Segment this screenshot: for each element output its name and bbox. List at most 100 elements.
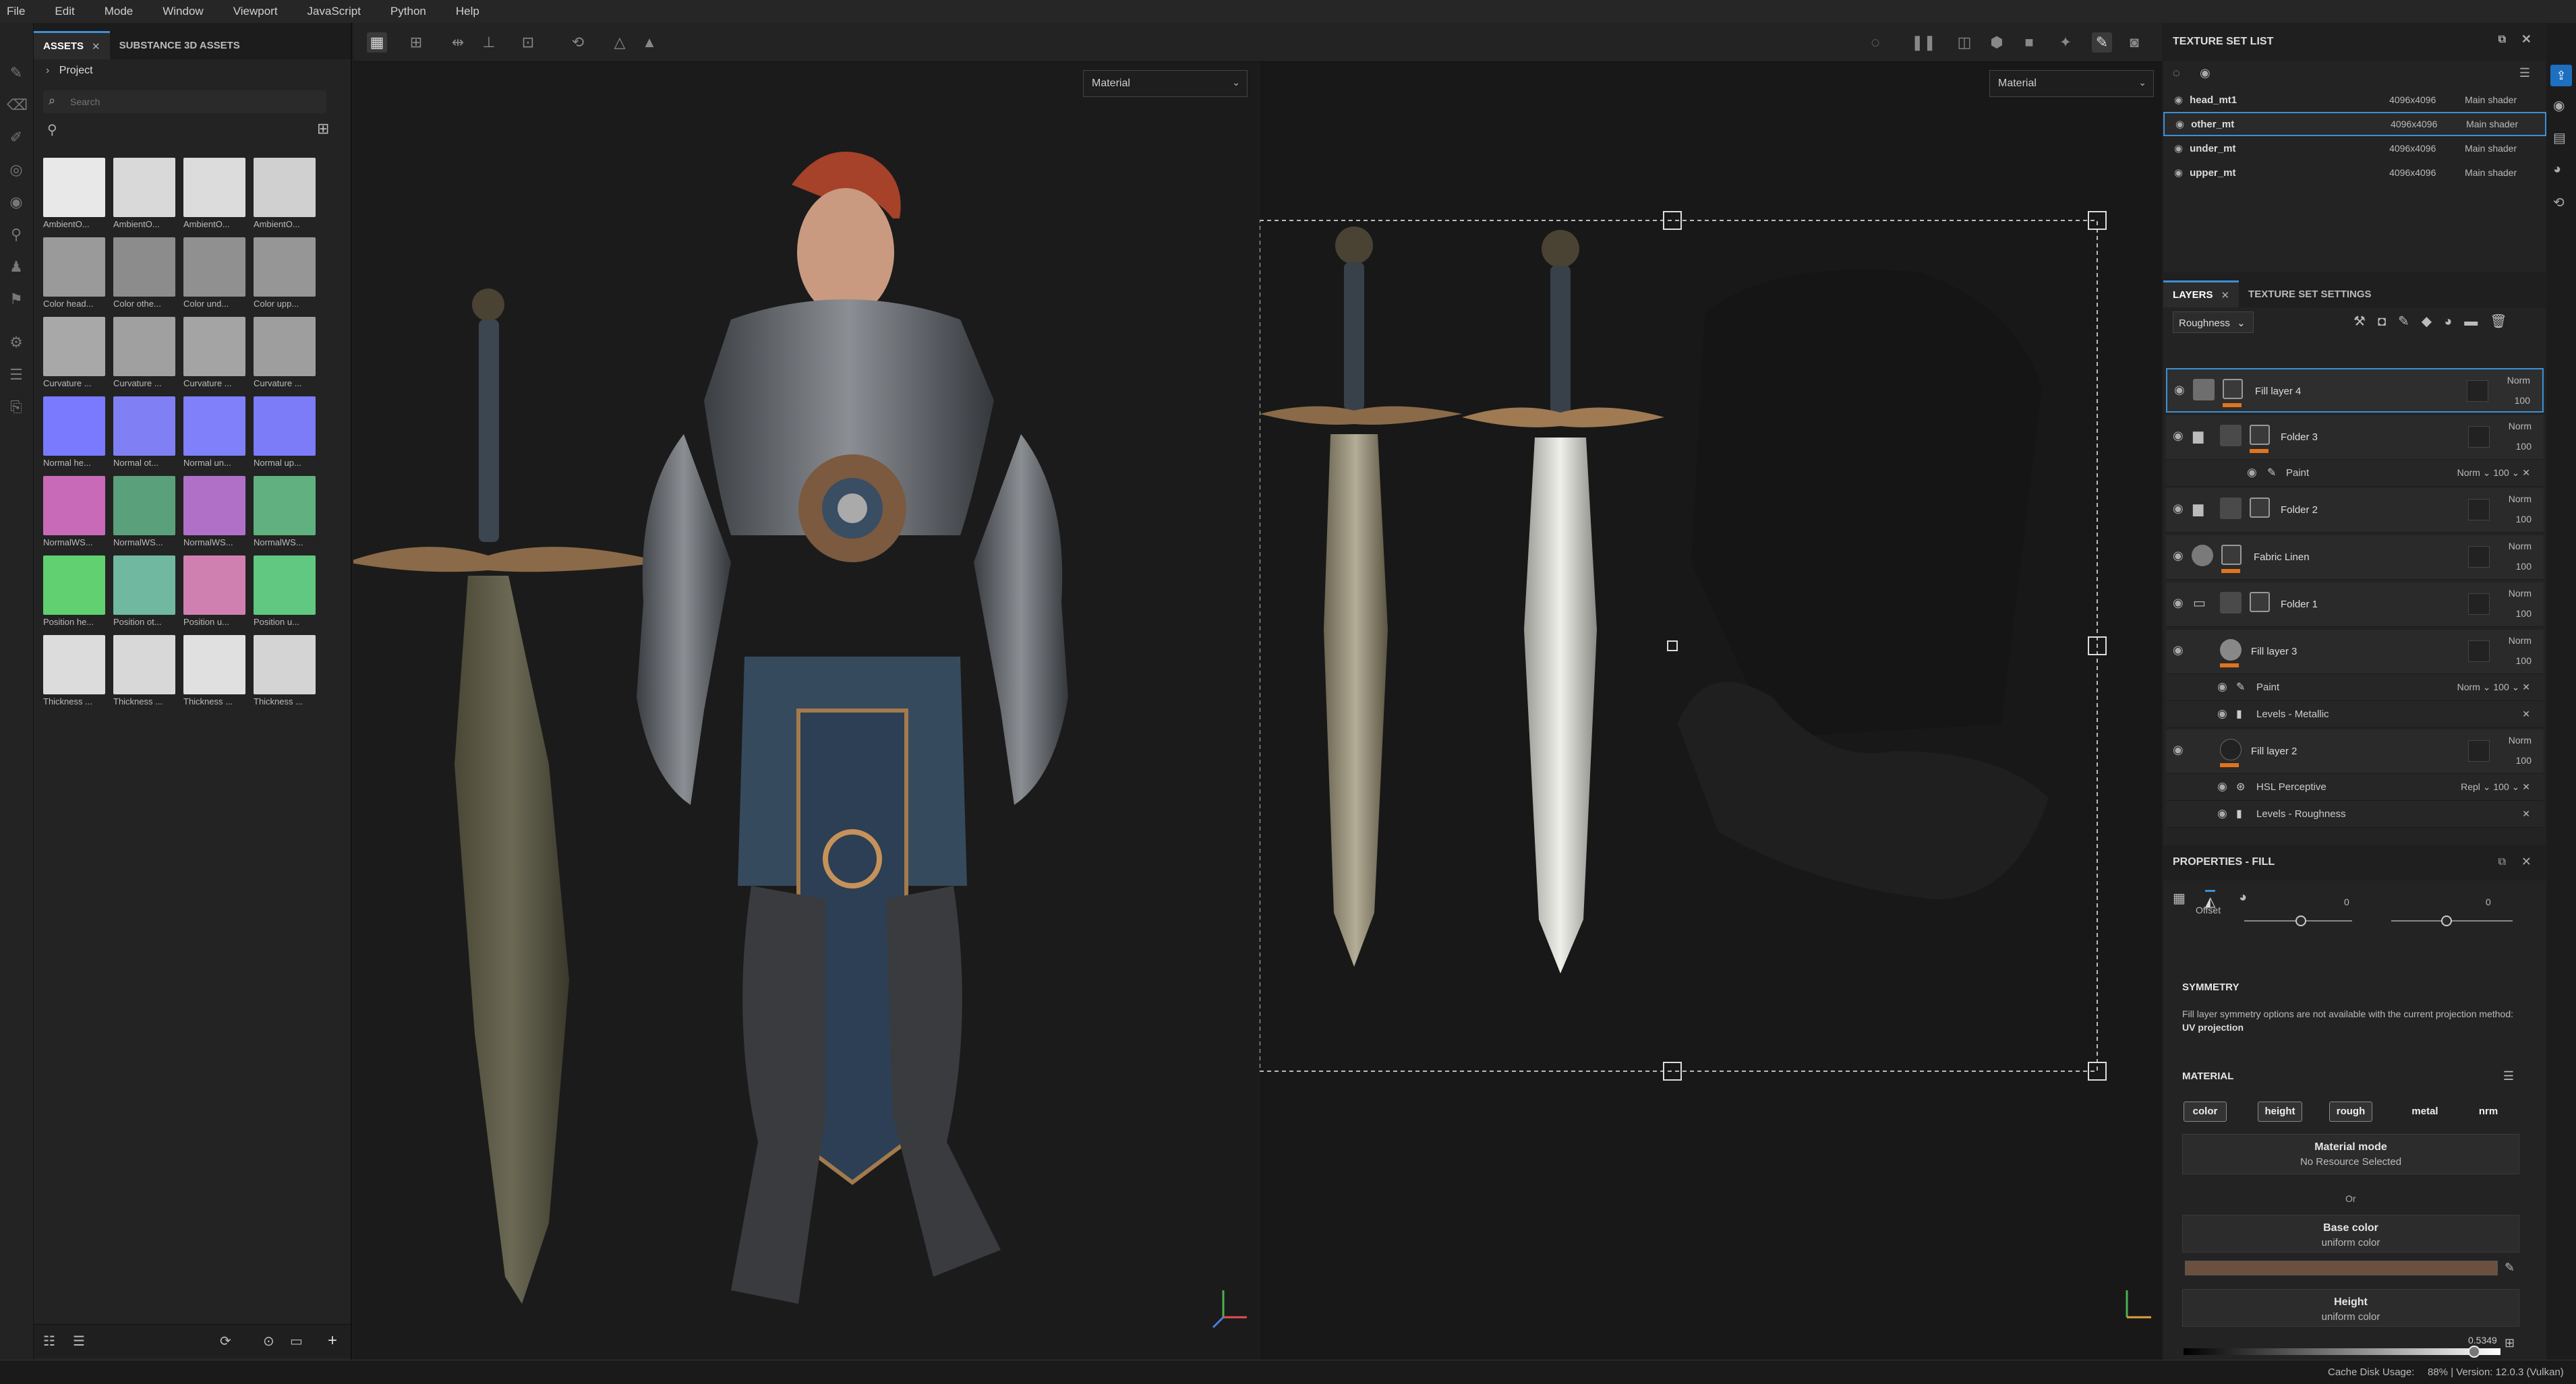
viewport-2d[interactable]: Material ⌄: [1260, 23, 2162, 1360]
eye-icon[interactable]: ◉: [2247, 466, 2257, 479]
camera-icon[interactable]: ■: [2019, 32, 2039, 53]
effect-levels-metallic[interactable]: ◉ ▮ Levels - Metallic ✕: [2166, 701, 2544, 728]
close-icon[interactable]: ✕: [2221, 289, 2229, 301]
asset-thumbnail[interactable]: Color upp...: [254, 237, 316, 313]
mask-icon[interactable]: ◘: [2378, 314, 2398, 329]
asset-thumbnail[interactable]: Thickness ...: [254, 635, 316, 711]
measure-icon[interactable]: ⚑: [7, 290, 26, 309]
eye-icon[interactable]: ◉: [2175, 118, 2184, 130]
tab-layers[interactable]: LAYERS ✕: [2163, 280, 2240, 307]
filter-icon[interactable]: ⚲: [47, 121, 57, 138]
asset-thumbnail[interactable]: Curvature ...: [113, 317, 175, 392]
asset-thumbnail[interactable]: Curvature ...: [43, 317, 105, 392]
asset-thumbnail[interactable]: Position he...: [43, 555, 105, 631]
texture-set-row[interactable]: ◉ under_mt 4096x4096 Main shader: [2163, 136, 2546, 160]
search-input[interactable]: [70, 93, 320, 111]
texture-set-icon[interactable]: ⇪: [2550, 65, 2572, 86]
offset-v-slider[interactable]: [2391, 920, 2513, 922]
screenshot-icon[interactable]: ◙: [2124, 32, 2144, 53]
eye-icon[interactable]: ◉: [2217, 780, 2227, 793]
import-icon[interactable]: ☰: [73, 1333, 85, 1350]
eye-icon[interactable]: ◉: [2217, 707, 2227, 721]
grid-options-icon[interactable]: ⊞: [406, 32, 426, 53]
asset-thumbnail[interactable]: Normal ot...: [113, 396, 175, 472]
frame-icon[interactable]: ⊡: [518, 32, 538, 53]
asset-thumbnail[interactable]: NormalWS...: [254, 476, 316, 551]
channel-toggle-metal[interactable]: metal: [2405, 1102, 2445, 1122]
effect-levels-roughness[interactable]: ◉ ▮ Levels - Roughness ✕: [2166, 801, 2544, 828]
material-mode-slot[interactable]: Material mode No Resource Selected: [2182, 1134, 2519, 1174]
height-slider-knob[interactable]: [2468, 1346, 2481, 1358]
projection-icon[interactable]: ✐: [7, 128, 26, 147]
split-view-icon[interactable]: ◫: [1954, 32, 1974, 53]
channel-toggle-nrm[interactable]: nrm: [2469, 1102, 2507, 1122]
viewport-3d[interactable]: Material ⌄: [353, 23, 1258, 1360]
triangle-icon[interactable]: △: [610, 32, 630, 53]
texture-set-row[interactable]: ◉ other_mt 4096x4096 Main shader: [2163, 112, 2546, 136]
layer-folder-2[interactable]: ◉ ▆ Folder 2 Norm 100: [2166, 488, 2544, 533]
close-icon[interactable]: ✕: [2521, 855, 2531, 869]
channel-toggle-height[interactable]: height: [2258, 1102, 2302, 1122]
asset-thumbnail[interactable]: NormalWS...: [43, 476, 105, 551]
cube-icon[interactable]: ⬢: [1987, 32, 2007, 53]
effect-blend[interactable]: Norm ⌄ 100 ⌄ ✕: [2457, 467, 2530, 479]
texture-set-shader[interactable]: Main shader: [2465, 167, 2517, 178]
menu-icon[interactable]: ☰: [2503, 1069, 2514, 1083]
asset-thumbnail[interactable]: NormalWS...: [113, 476, 175, 551]
breadcrumb[interactable]: › Project: [46, 65, 93, 77]
height-slider-track[interactable]: [2184, 1348, 2500, 1355]
layer-fill-layer-4[interactable]: ◉ Fill layer 4 Norm 100: [2166, 368, 2544, 413]
close-icon[interactable]: ✕: [2521, 32, 2531, 47]
asset-thumbnail[interactable]: Color othe...: [113, 237, 175, 313]
list-options-icon[interactable]: ☷: [43, 1333, 55, 1350]
remove-icon[interactable]: ✕: [2522, 808, 2530, 820]
eye-icon[interactable]: ◉: [2217, 680, 2227, 694]
texture-set-row[interactable]: ◉ upper_mt 4096x4096 Main shader: [2163, 160, 2546, 185]
fill-settings-icon[interactable]: ▦: [2173, 890, 2186, 907]
eye-icon[interactable]: ◉: [2173, 596, 2184, 610]
grid-view-icon[interactable]: ⊞: [317, 120, 329, 138]
base-color-slot[interactable]: Base color uniform color: [2182, 1215, 2519, 1253]
detach-icon[interactable]: ⧉: [2498, 856, 2506, 868]
history-icon[interactable]: ⊙: [263, 1333, 274, 1350]
offset-u-knob[interactable]: [2295, 915, 2306, 926]
paint-layer-icon[interactable]: ✎: [2398, 314, 2422, 329]
asset-thumbnail[interactable]: Position ot...: [113, 555, 175, 631]
effect-blend[interactable]: Repl ⌄ 100 ⌄ ✕: [2461, 781, 2530, 793]
effect-paint[interactable]: ◉ ✎ Paint Norm ⌄ 100 ⌄ ✕: [2166, 460, 2544, 487]
paint-brush-icon[interactable]: ✎: [7, 63, 26, 82]
history-icon[interactable]: ⟲: [568, 32, 588, 53]
eye-icon[interactable]: ◉: [2174, 383, 2185, 397]
menu-icon[interactable]: ☰: [2519, 66, 2530, 80]
asset-thumbnail[interactable]: Curvature ...: [183, 317, 245, 392]
fill-layer-icon[interactable]: ◆: [2422, 314, 2444, 329]
effect-hsl-perceptive[interactable]: ◉ ⊛ HSL Perceptive Repl ⌄ 100 ⌄ ✕: [2166, 774, 2544, 801]
effect-paint-2[interactable]: ◉ ✎ Paint Norm ⌄ 100 ⌄ ✕: [2166, 674, 2544, 701]
menu-edit[interactable]: Edit: [55, 5, 74, 18]
asset-thumbnail[interactable]: Thickness ...: [113, 635, 175, 711]
align-icon[interactable]: ⊥: [479, 32, 499, 53]
delete-icon[interactable]: 🗑: [2490, 314, 2519, 329]
menu-window[interactable]: Window: [163, 5, 203, 18]
refresh-icon[interactable]: ⟳: [220, 1333, 231, 1350]
asset-thumbnail[interactable]: Position u...: [183, 555, 245, 631]
menu-javascript[interactable]: JavaScript: [308, 5, 361, 18]
history-icon[interactable]: ⟲: [2553, 194, 2565, 211]
brush-icon[interactable]: ✎: [2092, 32, 2112, 53]
eye-icon[interactable]: ◉: [2174, 167, 2183, 179]
eye-icon[interactable]: ◉: [2174, 142, 2183, 154]
triangle-off-icon[interactable]: ▲: [639, 32, 660, 53]
slot-options-icon[interactable]: ⊞: [2505, 1336, 2515, 1350]
asset-thumbnail[interactable]: Position u...: [254, 555, 316, 631]
effect-icon[interactable]: ⚒: [2353, 314, 2378, 329]
smart-material-icon[interactable]: ◕: [2444, 314, 2464, 329]
texture-set-row[interactable]: ◉ head_mt1 4096x4096 Main shader: [2163, 88, 2546, 112]
tab-assets[interactable]: ASSETS ✕: [34, 31, 110, 59]
search-bar[interactable]: ⌕: [43, 90, 326, 113]
pause-icon[interactable]: ❚❚: [1911, 32, 1936, 53]
layer-fabric-linen[interactable]: ◉ Fabric Linen Norm 100: [2166, 535, 2544, 580]
layer-fill-layer-3[interactable]: ◉ Fill layer 3 Norm 100: [2166, 630, 2544, 674]
asset-thumbnail[interactable]: Color head...: [43, 237, 105, 313]
detach-icon[interactable]: ⧉: [2498, 34, 2506, 46]
texture-set-shader[interactable]: Main shader: [2466, 119, 2518, 129]
